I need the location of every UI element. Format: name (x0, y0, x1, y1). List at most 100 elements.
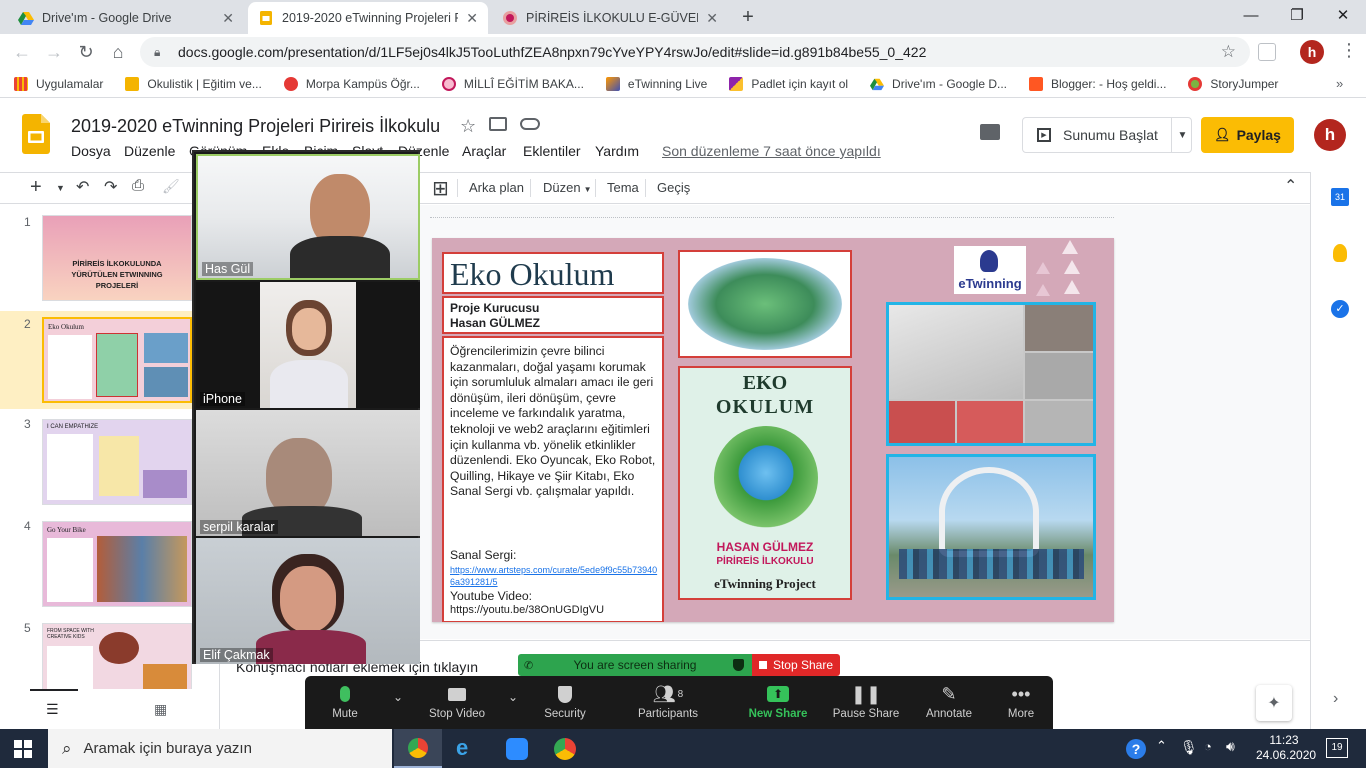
bookmark-blogger[interactable]: Blogger: - Hoş geldi... (1029, 76, 1166, 91)
document-title[interactable]: 2019-2020 eTwinning Projeleri Pirireis İ… (71, 116, 440, 137)
zoom-app-icon[interactable] (506, 738, 528, 760)
bookmark-okulistik[interactable]: Okulistik | Eğitim ve... (125, 76, 262, 91)
slide-thumbnail-5[interactable]: FROM SPACE WITH CREATIVE KIDS (42, 623, 192, 689)
more-bookmarks-icon[interactable]: » (1336, 76, 1343, 91)
tab-e-safety[interactable]: PİRİREİS İLKOKULU E-GÜVENLİK P ✕ (492, 2, 728, 34)
chevron-down-icon[interactable]: ▼ (56, 183, 65, 193)
menu-tools[interactable]: Araçlar (462, 143, 506, 159)
stop-share-button[interactable]: Stop Share (752, 654, 840, 676)
security-button[interactable]: Security (530, 680, 600, 720)
bookmark-drive[interactable]: Drive'ım - Google D... (870, 77, 1007, 91)
grid-view-icon[interactable]: ▦ (154, 701, 167, 718)
slide-thumbnail-3[interactable]: I CAN EMPATHIZE (42, 419, 192, 505)
theme-button[interactable]: Tema (607, 180, 639, 195)
clock[interactable]: 11:23 24.06.2020 (1256, 733, 1316, 763)
close-window-button[interactable]: ✕ (1320, 0, 1366, 30)
microphone-icon[interactable]: 🎙︎ (1180, 739, 1198, 756)
home-button[interactable]: ⌂ (106, 40, 130, 64)
tab-drive[interactable]: Drive'ım - Google Drive ✕ (8, 2, 244, 34)
background-button[interactable]: Arka plan (469, 180, 524, 195)
menu-addons[interactable]: Eklentiler (523, 143, 581, 159)
last-edit-link[interactable]: Son düzenleme 7 saat önce yapıldı (662, 143, 881, 159)
slide-thumbnail-1[interactable]: PİRİREİS İLKOKULUNDA YÜRÜTÜLEN ETWINNING… (42, 215, 192, 301)
founder-box[interactable]: Proje Kurucusu Hasan GÜLMEZ (442, 296, 664, 334)
exhibit-link[interactable]: https://www.artsteps.com/curate/5ede9f9c… (450, 564, 660, 588)
layout-button[interactable]: Düzen ▼ (543, 180, 592, 195)
collapse-toolbar-icon[interactable]: ⌃ (1284, 176, 1297, 196)
cloud-status-icon[interactable] (520, 118, 540, 130)
internet-explorer-icon[interactable]: e (456, 737, 480, 759)
taskbar-chrome[interactable] (394, 729, 442, 768)
print-icon[interactable]: ⎙ (132, 177, 144, 194)
participants-button[interactable]: 👥︎ 8 Participants (633, 680, 703, 721)
menu-edit[interactable]: Düzenle (124, 143, 175, 159)
chevron-up-icon[interactable]: ⌄ (393, 690, 403, 704)
bookmark-star-icon[interactable]: ☆ (1221, 42, 1236, 62)
description-box[interactable]: Öğrencilerimizin çevre bilinci kazanmala… (442, 336, 664, 622)
current-slide[interactable]: Eko Okulum Proje Kurucusu Hasan GÜLMEZ Ö… (432, 238, 1114, 622)
share-button[interactable]: 👤︎ Paylaş (1201, 117, 1294, 153)
bookmark-apps[interactable]: Uygulamalar (14, 76, 103, 91)
notifications-icon[interactable]: 19 (1326, 738, 1348, 758)
close-icon[interactable]: ✕ (222, 10, 234, 27)
slide-thumbnail-2[interactable]: Eko Okulum (42, 317, 192, 403)
bookmark-meb[interactable]: MİLLÎ EĞİTİM BAKA... (441, 76, 584, 91)
close-icon[interactable]: ✕ (466, 10, 478, 27)
video-tile[interactable]: iPhone (196, 282, 420, 408)
redo-icon[interactable]: ↷ (104, 177, 117, 197)
profile-avatar[interactable]: h (1300, 40, 1324, 64)
slide-title-box[interactable]: Eko Okulum (442, 252, 664, 294)
google-slides-logo-icon[interactable] (22, 114, 50, 154)
star-icon[interactable]: ☆ (460, 116, 476, 137)
video-tile[interactable]: serpil karalar (196, 410, 420, 536)
bookmark-morpa[interactable]: Morpa Kampüs Öğr... (283, 76, 420, 91)
wifi-icon[interactable]: ◔ (1204, 739, 1212, 754)
pause-share-button[interactable]: ❚❚ Pause Share (831, 680, 901, 721)
bookmark-etwinning[interactable]: eTwinning Live (605, 76, 707, 91)
undo-icon[interactable]: ↶ (76, 177, 89, 197)
sharing-status[interactable]: ✆ You are screen sharing (518, 654, 752, 676)
address-bar[interactable]: 🔒︎ docs.google.com/presentation/d/1LF5ej… (140, 37, 1250, 67)
back-button[interactable]: ← (10, 40, 34, 64)
chevron-right-icon[interactable]: › (1333, 690, 1338, 708)
transition-button[interactable]: Geçiş (657, 180, 690, 195)
mute-button[interactable]: Mute (310, 680, 380, 720)
maximize-button[interactable]: ❐ (1274, 0, 1320, 30)
chevron-up-icon[interactable]: ⌄ (508, 690, 518, 704)
tasks-icon[interactable]: ✓ (1331, 300, 1349, 318)
keep-icon[interactable] (1333, 244, 1347, 262)
reload-button[interactable]: ↻ (74, 40, 98, 64)
browser-menu-icon[interactable]: ⋮ (1340, 40, 1358, 61)
help-icon[interactable]: ? (1126, 739, 1146, 759)
paint-format-icon[interactable]: 🖌︎ (162, 178, 180, 195)
close-icon[interactable]: ✕ (706, 10, 718, 27)
chevron-down-icon[interactable]: ▼ (1171, 118, 1193, 152)
slide-thumbnail-4[interactable]: Go Your Bike (42, 521, 192, 607)
video-tile[interactable]: Elif Çakmak (196, 538, 420, 664)
explore-icon[interactable]: ✦ (1256, 685, 1292, 721)
stop-video-button[interactable]: Stop Video (422, 680, 492, 720)
annotate-button[interactable]: ✎ Annotate (914, 680, 984, 721)
chevron-up-icon[interactable]: ⌃ (1156, 738, 1167, 754)
windows-start-icon[interactable] (14, 740, 32, 758)
new-share-button[interactable]: ⬆ New Share (743, 680, 813, 720)
comments-icon[interactable] (980, 124, 1000, 140)
tab-slides[interactable]: 2019-2020 eTwinning Projeleri Pir ✕ (248, 2, 488, 34)
bookmark-storyjumper[interactable]: StoryJumper (1188, 76, 1278, 91)
extension-icon[interactable] (1258, 43, 1276, 61)
volume-icon[interactable]: 🔊︎ (1226, 738, 1235, 755)
bookmark-padlet[interactable]: Padlet için kayıt ol (729, 76, 848, 91)
list-view-icon[interactable]: ☰ (46, 701, 59, 718)
menu-help[interactable]: Yardım (595, 143, 639, 159)
menu-file[interactable]: Dosya (71, 143, 111, 159)
add-comment-icon[interactable]: ⊞ (432, 176, 449, 201)
video-link[interactable]: https://youtu.be/38OnUGDIgVU (450, 604, 604, 616)
taskbar-search-box[interactable]: ⌕ Aramak için buraya yazın (48, 729, 392, 768)
move-folder-icon[interactable] (489, 117, 507, 131)
new-slide-icon[interactable]: + (30, 176, 42, 199)
chrome-profile-icon[interactable] (554, 738, 576, 760)
calendar-icon[interactable]: 31 (1331, 188, 1349, 206)
minimize-button[interactable]: — (1228, 0, 1274, 30)
present-button[interactable]: ▶ Sunumu Başlat ▼ (1022, 117, 1192, 153)
new-tab-button[interactable]: + (737, 6, 759, 28)
